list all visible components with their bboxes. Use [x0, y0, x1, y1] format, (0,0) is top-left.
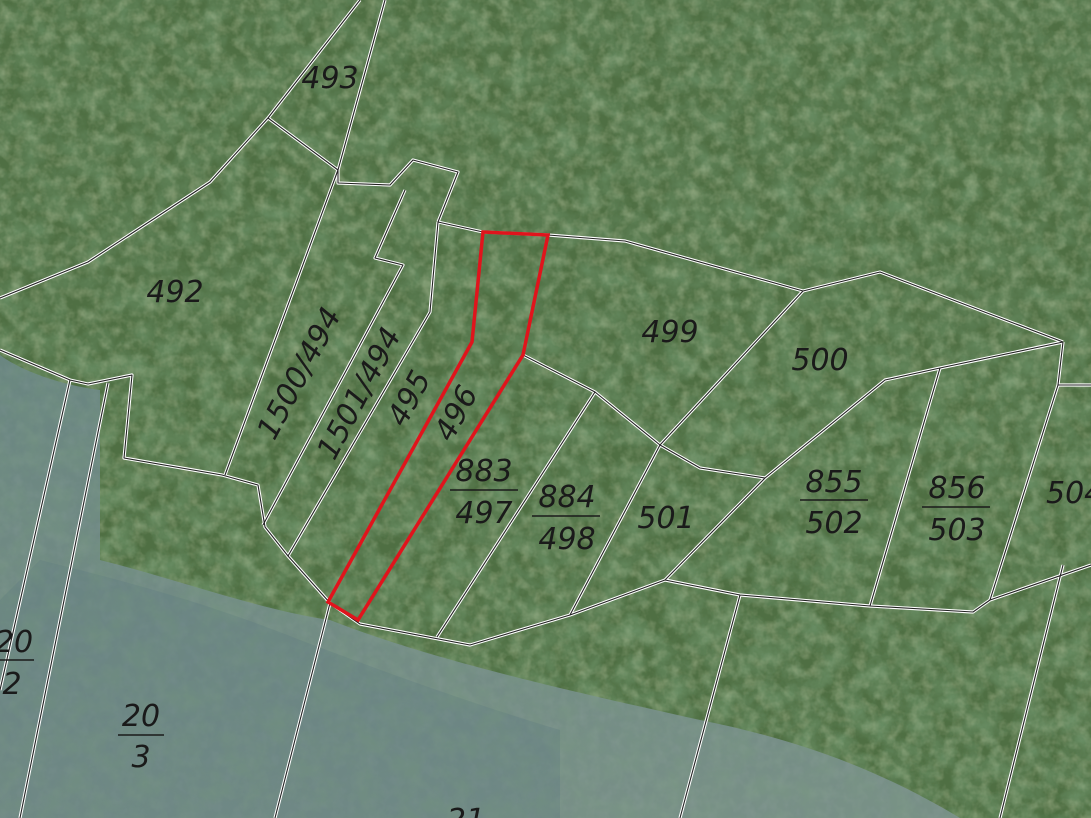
cadastral-map[interactable]: 493 492 1500/494 1501/494 495 496 499 50… — [0, 0, 1091, 818]
parcel-label-501: 501 — [637, 501, 694, 536]
parcel-label-denominator: 502 — [805, 506, 862, 541]
parcel-label-numerator: 884 — [538, 480, 595, 515]
parcel-label-500: 500 — [791, 343, 848, 378]
parcel-label-492: 492 — [146, 275, 203, 310]
parcel-label-numerator: 855 — [805, 465, 862, 500]
map-canvas[interactable]: 493 492 1500/494 1501/494 495 496 499 50… — [0, 0, 1091, 818]
parcel-label-denominator: 3 — [131, 740, 150, 775]
parcel-label-21: 21 — [447, 803, 485, 818]
parcel-label-numerator: 883 — [455, 454, 512, 489]
parcel-label-numerator: 20 — [0, 625, 33, 660]
parcel-label-denominator: 2 — [2, 667, 21, 702]
parcel-label-denominator: 498 — [538, 522, 595, 557]
parcel-label-denominator: 503 — [928, 513, 985, 548]
parcel-label-504: 504 — [1046, 476, 1091, 511]
parcel-label-numerator: 856 — [928, 471, 985, 506]
parcel-label-493: 493 — [301, 61, 358, 96]
parcel-label-numerator: 20 — [122, 699, 160, 734]
water-texture — [0, 355, 1091, 818]
parcel-label-499: 499 — [641, 315, 698, 350]
parcel-label-denominator: 497 — [455, 496, 512, 531]
